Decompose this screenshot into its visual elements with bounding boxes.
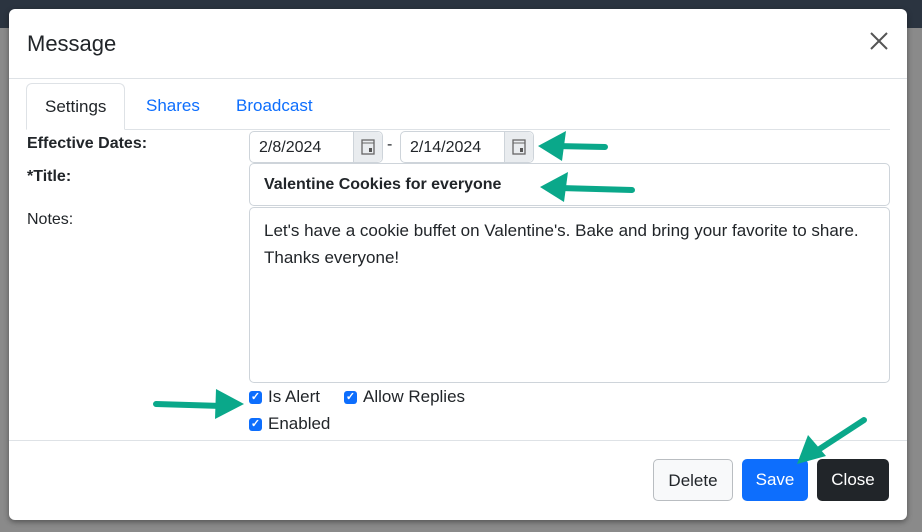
save-button[interactable]: Save xyxy=(742,459,808,501)
notes-textarea[interactable]: Let's have a cookie buffet on Valentine'… xyxy=(249,207,890,383)
start-date-value: 2/8/2024 xyxy=(259,139,322,156)
date-separator: - xyxy=(387,136,393,153)
effective-dates-label: Effective Dates: xyxy=(27,135,148,152)
close-button[interactable]: Close xyxy=(817,459,889,501)
is-alert-checkbox[interactable]: ✓ Is Alert xyxy=(249,387,320,407)
title-label: *Title: xyxy=(27,168,72,185)
end-date-value: 2/14/2024 xyxy=(410,139,482,156)
enabled-label: Enabled xyxy=(268,414,331,433)
start-date-input[interactable]: 2/8/2024 xyxy=(249,131,383,163)
checkmark-icon: ✓ xyxy=(249,417,262,431)
dialog-title: Message xyxy=(27,31,117,56)
title-value: Valentine Cookies for everyone xyxy=(264,176,502,193)
tab-broadcast[interactable]: Broadcast xyxy=(218,83,331,128)
message-dialog: Message Settings Shares Broadcast Effect… xyxy=(9,9,907,520)
is-alert-label: Is Alert xyxy=(268,387,320,406)
tab-bar: Settings Shares Broadcast xyxy=(26,83,890,130)
title-input[interactable]: Valentine Cookies for everyone xyxy=(249,163,890,206)
tab-settings[interactable]: Settings xyxy=(26,83,126,130)
close-icon[interactable] xyxy=(867,29,891,53)
end-date-picker-button[interactable] xyxy=(504,132,533,162)
checkmark-icon: ✓ xyxy=(344,390,357,404)
calendar-icon xyxy=(512,139,526,155)
tab-shares[interactable]: Shares xyxy=(128,83,218,128)
start-date-picker-button[interactable] xyxy=(353,132,382,162)
end-date-input[interactable]: 2/14/2024 xyxy=(400,131,534,163)
dialog-header: Message xyxy=(9,9,907,79)
notes-label: Notes: xyxy=(27,211,74,228)
enabled-checkbox[interactable]: ✓ Enabled xyxy=(249,414,330,434)
calendar-icon xyxy=(361,139,375,155)
allow-replies-checkbox[interactable]: ✓ Allow Replies xyxy=(344,387,465,407)
dialog-footer-divider xyxy=(9,440,907,441)
checkmark-icon: ✓ xyxy=(249,390,262,404)
delete-button[interactable]: Delete xyxy=(653,459,733,501)
allow-replies-label: Allow Replies xyxy=(363,387,466,406)
